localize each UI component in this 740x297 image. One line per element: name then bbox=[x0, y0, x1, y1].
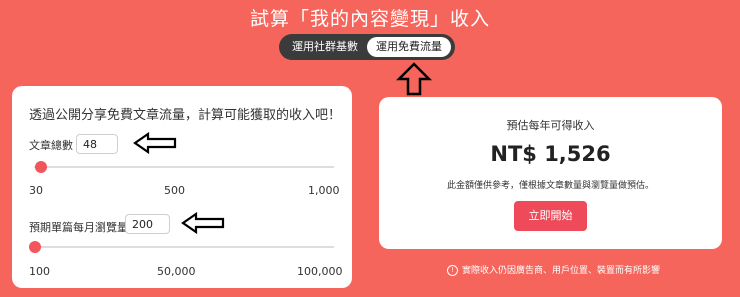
mode-toggle: 運用社群基數 運用免費流量 bbox=[279, 34, 455, 60]
articles-slider-handle[interactable] bbox=[35, 161, 47, 173]
result-card: 預估每年可得收入 NT$ 1,526 此金額僅供參考，僅根據文章數量與瀏覽量做預… bbox=[379, 97, 722, 249]
views-slider-handle[interactable] bbox=[29, 241, 41, 253]
arrow-left-icon bbox=[133, 132, 177, 154]
tab-community-base[interactable]: 運用社群基數 bbox=[283, 37, 367, 57]
result-label: 預估每年可得收入 bbox=[506, 119, 595, 132]
arrow-left-icon bbox=[181, 212, 225, 234]
result-amount: NT$ 1,526 bbox=[490, 142, 611, 166]
disclaimer-text: 實際收入仍因廣告商、用戶位置、裝置而有所影響 bbox=[462, 266, 661, 276]
calculator-intro: 透過公開分享免費文章流量，計算可能獲取的收入吧！ bbox=[29, 108, 342, 123]
views-mid-label: 50,000 bbox=[157, 265, 196, 278]
articles-slider-track[interactable] bbox=[34, 166, 334, 168]
articles-label: 文章總數 bbox=[29, 139, 73, 152]
articles-min-label: 30 bbox=[29, 184, 43, 197]
disclaimer: ! 實際收入仍因廣告商、用戶位置、裝置而有所影響 bbox=[447, 263, 660, 276]
articles-max-label: 1,000 bbox=[308, 184, 340, 197]
result-note: 此金額僅供參考，僅根據文章數量與瀏覽量做預估。 bbox=[446, 181, 654, 191]
info-icon: ! bbox=[447, 265, 458, 276]
start-button[interactable]: 立即開始 bbox=[514, 201, 587, 231]
views-input[interactable]: 200 bbox=[125, 214, 170, 234]
articles-mid-label: 500 bbox=[164, 184, 185, 197]
views-slider-track[interactable] bbox=[34, 246, 334, 248]
views-label: 預期單篇每月瀏覽量 bbox=[29, 221, 128, 234]
views-min-label: 100 bbox=[29, 265, 50, 278]
articles-input[interactable]: 48 bbox=[76, 134, 118, 154]
arrow-up-icon bbox=[396, 62, 432, 96]
calculator-card: 透過公開分享免費文章流量，計算可能獲取的收入吧！ 文章總數 48 30 500 … bbox=[12, 86, 352, 288]
views-max-label: 100,000 bbox=[297, 265, 343, 278]
tab-free-traffic[interactable]: 運用免費流量 bbox=[367, 37, 451, 57]
page-title: 試算「我的內容變現」收入 bbox=[249, 8, 490, 30]
